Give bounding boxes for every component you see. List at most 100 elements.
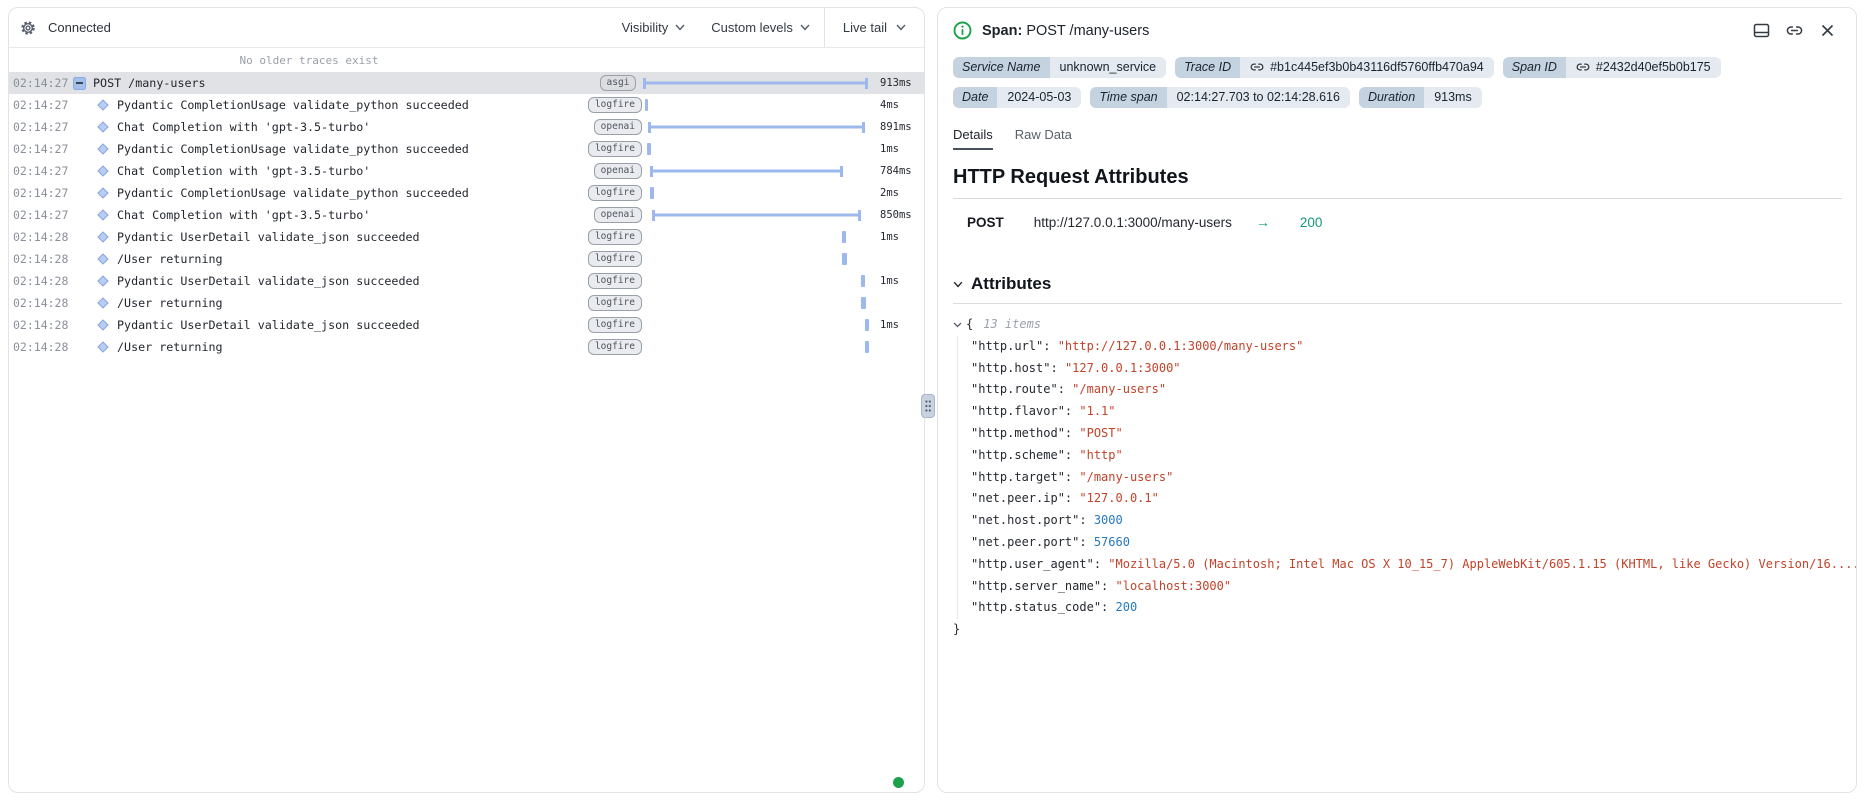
scope-badge-cell: logfire <box>588 273 642 289</box>
link-icon[interactable] <box>1250 60 1264 74</box>
live-tail-label: Live tail <box>843 20 887 35</box>
tab-details[interactable]: Details <box>953 127 993 150</box>
copy-link-icon[interactable] <box>1785 22 1803 40</box>
diamond-icon <box>97 121 108 132</box>
json-key: "http.flavor" <box>971 404 1065 418</box>
span-type-icon[interactable] <box>97 255 117 263</box>
trace-row[interactable]: 02:14:28 /User returning logfire <box>9 292 924 314</box>
trace-timestamp: 02:14:28 <box>9 318 73 332</box>
http-request-summary: POST http://127.0.0.1:3000/many-users → … <box>967 214 1842 230</box>
timeline-track <box>642 182 872 204</box>
scope-badge: logfire <box>588 339 642 355</box>
span-type-icon[interactable] <box>97 145 117 153</box>
trace-label: Pydantic UserDetail validate_json succee… <box>117 230 588 244</box>
trace-duration: 891ms <box>872 121 924 133</box>
trace-row[interactable]: 02:14:27 POST /many-users asgi 913ms <box>9 72 924 94</box>
visibility-label: Visibility <box>622 20 669 35</box>
span-type-icon[interactable] <box>97 321 117 329</box>
timeline-track <box>642 336 872 358</box>
span-type-icon[interactable] <box>97 343 117 351</box>
span-type-icon[interactable] <box>97 123 117 131</box>
timeline-track <box>642 248 872 270</box>
scope-badge-cell: logfire <box>588 141 642 157</box>
trace-row[interactable]: 02:14:27 Pydantic CompletionUsage valida… <box>9 138 924 160</box>
trace-row[interactable]: 02:14:28 Pydantic UserDetail validate_js… <box>9 226 924 248</box>
meta-badge-label: Span ID <box>1503 57 1566 78</box>
tab-raw-data[interactable]: Raw Data <box>1015 127 1072 150</box>
trace-row[interactable]: 02:14:28 /User returning logfire <box>9 336 924 358</box>
trace-row[interactable]: 02:14:28 Pydantic UserDetail validate_js… <box>9 314 924 336</box>
trace-row[interactable]: 02:14:28 Pydantic UserDetail validate_js… <box>9 270 924 292</box>
span-details-header: Span: POST /many-users <box>953 21 1842 40</box>
trace-row[interactable]: 02:14:27 Pydantic CompletionUsage valida… <box>9 182 924 204</box>
json-root-toggle[interactable]: { 13 items <box>953 314 1842 336</box>
trace-label: Chat Completion with 'gpt-3.5-turbo' <box>117 120 594 134</box>
json-value: "Mozilla/5.0 (Macintosh; Intel Mac OS X … <box>1108 557 1857 571</box>
trace-timestamp: 02:14:28 <box>9 296 73 310</box>
json-entry: "net.host.port": 3000 <box>971 510 1842 532</box>
scope-badge: logfire <box>588 229 642 245</box>
scope-badge: logfire <box>588 317 642 333</box>
trace-row[interactable]: 02:14:27 Chat Completion with 'gpt-3.5-t… <box>9 204 924 226</box>
scope-badge-cell: logfire <box>588 97 642 113</box>
attributes-heading: Attributes <box>971 274 1051 294</box>
live-tail-dropdown[interactable]: Live tail <box>824 8 924 47</box>
trace-row[interactable]: 02:14:27 Chat Completion with 'gpt-3.5-t… <box>9 160 924 182</box>
span-type-icon[interactable] <box>97 189 117 197</box>
trace-row[interactable]: 02:14:27 Chat Completion with 'gpt-3.5-t… <box>9 116 924 138</box>
scope-badge: logfire <box>588 251 642 267</box>
span-kind-label: Span: <box>982 23 1022 39</box>
custom-levels-dropdown[interactable]: Custom levels <box>711 20 810 35</box>
scope-badge: logfire <box>588 97 642 113</box>
diamond-icon <box>97 165 108 176</box>
timeline-bar <box>652 214 861 217</box>
meta-badge-label: Service Name <box>953 57 1050 78</box>
json-value: 3000 <box>1094 513 1123 527</box>
close-icon[interactable] <box>1818 22 1836 40</box>
json-value: "http://127.0.0.1:3000/many-users" <box>1058 339 1304 353</box>
split-view-icon[interactable] <box>1752 22 1770 40</box>
attributes-section-toggle[interactable]: Attributes <box>953 274 1842 294</box>
span-type-icon[interactable] <box>97 101 117 109</box>
diamond-icon <box>97 209 108 220</box>
meta-badge: Span ID #2432d40ef5b0b175 <box>1503 57 1721 78</box>
timeline-bar <box>648 126 865 129</box>
span-type-icon[interactable] <box>97 167 117 175</box>
json-entry: "http.method": "POST" <box>971 423 1842 445</box>
span-type-icon[interactable] <box>97 211 117 219</box>
timeline-track <box>642 138 872 160</box>
visibility-dropdown[interactable]: Visibility <box>622 20 686 35</box>
span-details-panel: Span: POST /many-users Service Name <box>937 7 1857 793</box>
json-colon: : <box>1079 513 1093 527</box>
json-key: "http.user_agent" <box>971 557 1094 571</box>
json-entry: "http.route": "/many-users" <box>971 379 1842 401</box>
span-type-icon[interactable] <box>97 233 117 241</box>
trace-list-panel: Connected Visibility Custom levels Live … <box>8 7 925 793</box>
diamond-icon <box>97 319 108 330</box>
scope-badge: openai <box>594 119 642 135</box>
span-type-icon[interactable] <box>97 299 117 307</box>
scope-badge: openai <box>594 207 642 223</box>
trace-timestamp: 02:14:27 <box>9 208 73 222</box>
scope-badge-cell: openai <box>594 163 642 179</box>
trace-duration: 4ms <box>872 99 924 111</box>
diamond-icon <box>97 253 108 264</box>
scope-badge-cell: logfire <box>588 185 642 201</box>
trace-row[interactable]: 02:14:28 /User returning logfire <box>9 248 924 270</box>
timeline-track <box>642 226 872 248</box>
trace-label: Pydantic UserDetail validate_json succee… <box>117 274 588 288</box>
scope-badge-cell: logfire <box>588 317 642 333</box>
json-key: "http.url" <box>971 339 1043 353</box>
json-key: "net.peer.port" <box>971 535 1079 549</box>
gear-icon[interactable] <box>20 20 36 36</box>
scope-badge: logfire <box>588 295 642 311</box>
meta-badge-text: #2432d40ef5b0b175 <box>1596 60 1711 74</box>
trace-timestamp: 02:14:27 <box>9 120 73 134</box>
span-type-icon[interactable] <box>97 277 117 285</box>
span-type-icon[interactable] <box>73 77 93 90</box>
panel-resize-handle[interactable] <box>921 394 935 418</box>
http-method: POST <box>967 215 1004 230</box>
trace-row[interactable]: 02:14:27 Pydantic CompletionUsage valida… <box>9 94 924 116</box>
trace-label: /User returning <box>117 252 588 266</box>
link-icon[interactable] <box>1576 60 1590 74</box>
